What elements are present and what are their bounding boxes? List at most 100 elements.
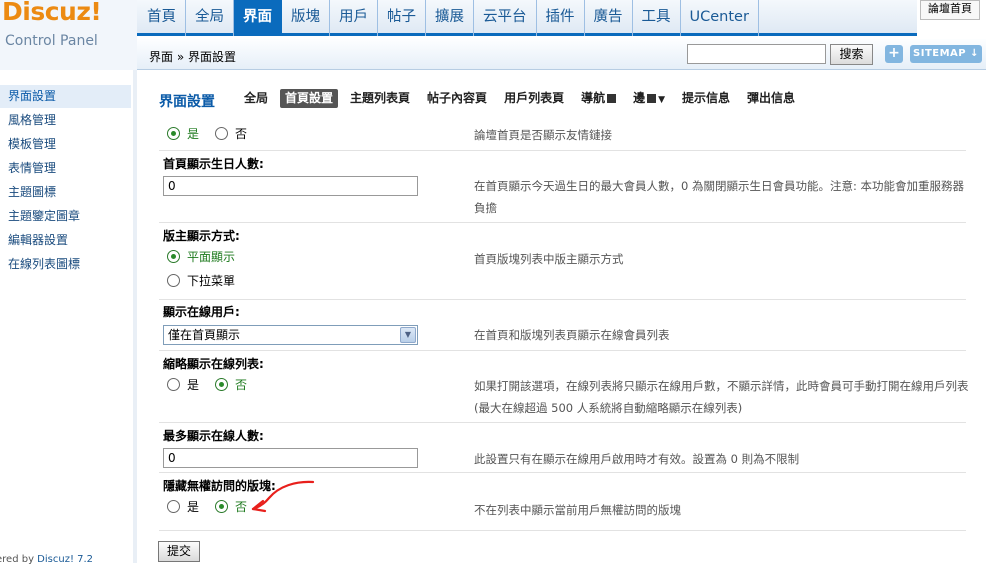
top-nav-item-9[interactable]: 廣告 [585, 0, 633, 36]
settings-tab-label: 導航 [581, 91, 606, 105]
radio-unchecked-icon [215, 127, 228, 140]
page-title: 界面設置 [159, 94, 215, 110]
sidebar-item-3[interactable]: 表情管理 [0, 157, 133, 181]
settings-tab-label: 邊 [633, 91, 646, 105]
friendlinks-no-radio[interactable]: 否 [215, 125, 247, 142]
online-users-select[interactable]: 僅在首頁顯示 ▼ [163, 325, 418, 345]
hide-forums-desc: 不在列表中顯示當前用戶無權訪問的版塊 [474, 503, 681, 517]
setting-row-online-collapse: 縮略顯示在線列表: 是 否 如果打開該選項，在線列表將只顯示在線用戶數，不顯示詳… [159, 351, 969, 423]
settings-tab-1[interactable]: 首頁設置 [280, 89, 339, 108]
settings-tab-8[interactable]: 彈出信息 [742, 89, 800, 108]
moderator-display-desc: 首頁版塊列表中版主顯示方式 [474, 252, 624, 266]
settings-tab-4[interactable]: 用戶列表頁 [499, 89, 569, 108]
header: Discuz! Control Panel 首頁 全局 界面 版塊 用戶 帖子 擴展 云平台插… [0, 0, 986, 70]
menu-expand-icon [607, 94, 617, 103]
menu-expand-icon [647, 94, 657, 103]
online-users-desc: 在首頁和版塊列表頁顯示在線會員列表 [474, 328, 670, 342]
setting-row-max-online: 最多顯示在線人數: 0 此設置只有在顯示在線用戶啟用時才有效。設置為 0 則為不… [159, 423, 966, 473]
top-nav-item-5[interactable]: 帖子 [378, 0, 426, 36]
sub-bar: 界面 » 界面設置 搜索 + SITEMAP ↓ [137, 39, 986, 70]
sidebar-item-7[interactable]: 在線列表圖標 [0, 253, 133, 277]
birthday-label: 首頁顯示生日人數: [163, 157, 264, 171]
add-shortcut-button[interactable]: + [885, 45, 903, 63]
powered-prefix: ered by [0, 554, 38, 565]
max-online-label: 最多顯示在線人數: [163, 429, 264, 443]
submit-button[interactable]: 提交 [158, 541, 200, 562]
moderator-flat-radio[interactable]: 平面顯示 [167, 248, 235, 265]
setting-row-moderator-display: 版主顯示方式: 平面顯示 下拉菜單 首頁版塊列表中版主顯示方式 [159, 223, 966, 300]
online-collapse-desc: 如果打開該選項，在線列表將只顯示在線用戶數，不顯示詳情，此時會員可手動打開在線用… [474, 379, 969, 415]
settings-tab-6[interactable]: 邊 ▼ [628, 89, 670, 108]
top-nav-item-6[interactable]: 擴展 [426, 0, 474, 36]
settings-tab-label: 首頁設置 [285, 91, 334, 105]
settings-tab-label: 帖子內容頁 [427, 91, 488, 105]
annotation-arrow-icon [251, 480, 315, 513]
radio-checked-icon [215, 500, 228, 513]
chevron-down-icon: ▼ [658, 95, 666, 105]
radio-checked-icon [167, 127, 180, 140]
setting-row-friendlinks: 是 否 論壇首頁是否顯示友情鏈接 [159, 119, 966, 151]
settings-tab-3[interactable]: 帖子內容頁 [422, 89, 492, 108]
top-nav-item-3[interactable]: 版塊 [282, 0, 330, 36]
sidebar-item-1[interactable]: 風格管理 [0, 109, 133, 133]
top-nav: 首頁 全局 界面 版塊 用戶 帖子 擴展 云平台 插件 廣告 工具 UCenter [137, 0, 986, 36]
forum-home-link[interactable]: 論壇首頁 [920, 0, 980, 20]
max-online-input[interactable]: 0 [163, 448, 418, 468]
radio-checked-icon [167, 250, 180, 263]
settings-tab-label: 彈出信息 [747, 91, 796, 105]
sidebar-item-5[interactable]: 主題鑒定圖章 [0, 205, 133, 229]
top-nav-item-8[interactable]: 插件 [537, 0, 585, 36]
breadcrumb: 界面 » 界面設置 [149, 50, 236, 64]
search-input[interactable] [687, 44, 826, 64]
radio-unchecked-icon [167, 500, 180, 513]
hide-forums-yes-radio[interactable]: 是 [167, 498, 199, 515]
search-button[interactable]: 搜索 [830, 44, 873, 65]
powered-by: ered by Discuz! 7.2 [0, 554, 93, 565]
setting-row-birthday: 首頁顯示生日人數: 0 在首頁顯示今天過生日的最大會員人數，0 為關閉顯示生日會… [159, 151, 966, 223]
settings-tab-label: 用戶列表頁 [504, 91, 565, 105]
online-collapse-yes-radio[interactable]: 是 [167, 376, 199, 393]
online-collapse-label: 縮略顯示在線列表: [163, 357, 264, 371]
moderator-display-label: 版主顯示方式: [163, 229, 240, 243]
sidebar-item-4[interactable]: 主題圖標 [0, 181, 133, 205]
settings-tab-2[interactable]: 主題列表頁 [345, 89, 415, 108]
setting-row-online-users: 顯示在線用戶: 僅在首頁顯示 ▼ 在首頁和版塊列表頁顯示在線會員列表 [159, 300, 966, 351]
top-nav-item-10[interactable]: 工具 [633, 0, 681, 36]
settings-tab-5[interactable]: 導航 [576, 89, 621, 108]
online-users-label: 顯示在線用戶: [163, 305, 240, 319]
birthday-input[interactable]: 0 [163, 176, 418, 196]
settings-tab-0[interactable]: 全局 [239, 89, 273, 108]
online-users-selected-value: 僅在首頁顯示 [168, 328, 241, 342]
settings-tab-7[interactable]: 提示信息 [677, 89, 735, 108]
birthday-desc: 在首頁顯示今天過生日的最大會員人數，0 為關閉顯示生日會員功能。注意: 本功能會… [474, 179, 964, 215]
sidebar-item-0[interactable]: 界面設置 [0, 85, 131, 109]
top-nav-item-11[interactable]: UCenter [681, 0, 759, 36]
logo-subtitle: Control Panel [5, 33, 98, 49]
settings-tab-label: 主題列表頁 [350, 91, 411, 105]
radio-checked-icon [215, 378, 228, 391]
powered-link[interactable]: Discuz! 7.2 [37, 554, 93, 565]
moderator-dropdown-radio[interactable]: 下拉菜單 [167, 272, 235, 289]
sidebar-item-6[interactable]: 編輯器設置 [0, 229, 133, 253]
top-nav-item-1[interactable]: 全局 [186, 0, 234, 36]
chevron-down-icon[interactable]: ▼ [400, 327, 416, 343]
friendlinks-yes-radio[interactable]: 是 [167, 125, 199, 142]
top-nav-item-7[interactable]: 云平台 [474, 0, 537, 36]
radio-unchecked-icon [167, 274, 180, 287]
radio-unchecked-icon [167, 378, 180, 391]
settings-tab-label: 全局 [244, 91, 269, 105]
max-online-desc: 此設置只有在顯示在線用戶啟用時才有效。設置為 0 則為不限制 [474, 452, 800, 466]
logo[interactable]: Discuz! Control Panel [0, 0, 137, 70]
sitemap-button[interactable]: SITEMAP ↓ [910, 45, 982, 63]
main-content: 界面設置 全局 首頁設置 主題列表頁 帖子內容頁 用戶列表頁 導航邊 ▼ 提示信息 彈出信息 是… [141, 71, 986, 563]
settings-tab-label: 提示信息 [682, 91, 731, 105]
top-nav-item-4[interactable]: 用戶 [330, 0, 378, 36]
online-collapse-no-radio[interactable]: 否 [215, 376, 247, 393]
sidebar-item-2[interactable]: 模板管理 [0, 133, 133, 157]
friendlinks-desc: 論壇首頁是否顯示友情鏈接 [474, 128, 612, 142]
logo-brand: Discuz! [2, 0, 102, 26]
settings-tabs: 全局 首頁設置 主題列表頁 帖子內容頁 用戶列表頁 導航邊 ▼ 提示信息 彈出信息 [239, 89, 807, 108]
sidebar: 界面設置 風格管理 模板管理 表情管理 主題圖標 主題鑒定圖章 編輯器設置 在線列表圖標 er… [0, 70, 137, 565]
top-nav-item-2[interactable]: 界面 [234, 0, 282, 36]
top-nav-item-0[interactable]: 首頁 [137, 0, 186, 36]
